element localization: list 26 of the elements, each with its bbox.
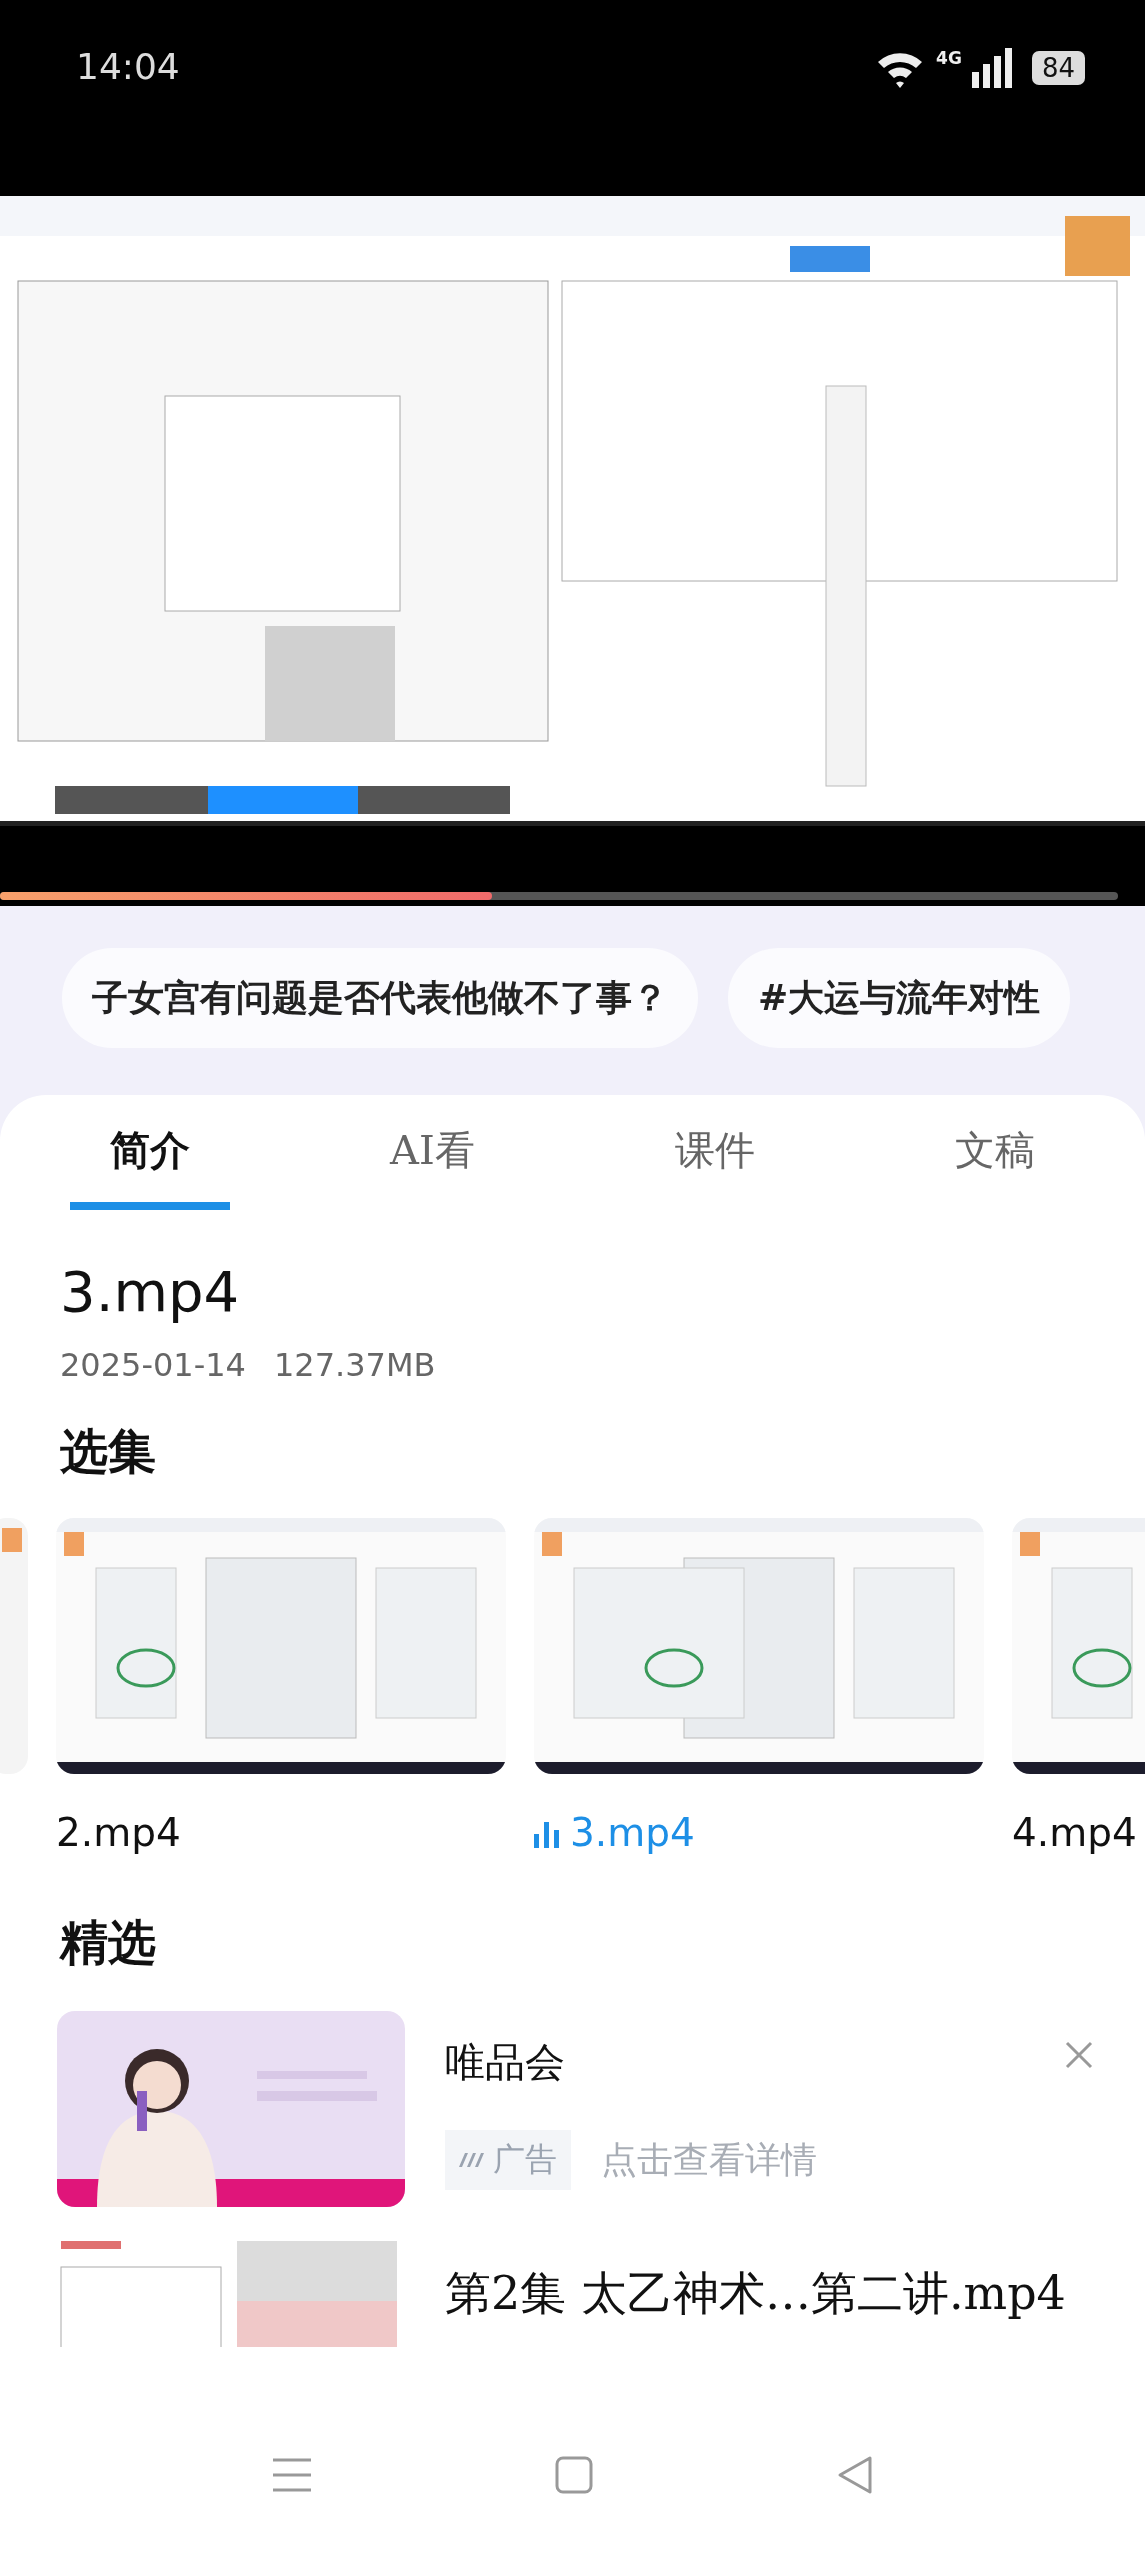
stripes-icon: [459, 2153, 485, 2167]
video-title[interactable]: 第2集 太乙神术…第二讲.mp4: [445, 2261, 1066, 2325]
topic-tag[interactable]: 子女宫有问题是否代表他做不了事？: [62, 948, 698, 1048]
video-title: 3.mp4: [60, 1259, 241, 1324]
back-icon[interactable]: [836, 2455, 875, 2495]
status-time: 14:04: [76, 46, 180, 87]
episode-title[interactable]: 2.mp4: [56, 1810, 181, 1855]
ad-label: 广告: [493, 2139, 557, 2180]
topic-tag[interactable]: #大运与流年对性: [728, 948, 1071, 1048]
episode-title[interactable]: 4.mp4: [1012, 1810, 1137, 1855]
tab[interactable]: AI看: [350, 1108, 515, 1210]
video-size: 127.37MB: [273, 1346, 436, 1384]
network-label: 4G: [936, 48, 962, 68]
menu-icon[interactable]: [270, 2457, 313, 2493]
section-heading: 精选: [60, 1913, 157, 1972]
close-icon[interactable]: [1065, 2041, 1093, 2069]
ad-title[interactable]: 唯品会: [445, 2035, 817, 2090]
signal-icon: [971, 48, 1012, 88]
tab[interactable]: 文稿: [914, 1108, 1075, 1210]
battery-indicator: 84: [1031, 51, 1085, 85]
home-icon[interactable]: [554, 2455, 595, 2495]
progress-bar[interactable]: [0, 892, 1118, 900]
video-date: 2025-01-14: [60, 1346, 246, 1384]
tab[interactable]: 简介: [70, 1108, 231, 1210]
tab[interactable]: 课件: [634, 1108, 795, 1210]
section-heading: 选集: [60, 1422, 157, 1481]
